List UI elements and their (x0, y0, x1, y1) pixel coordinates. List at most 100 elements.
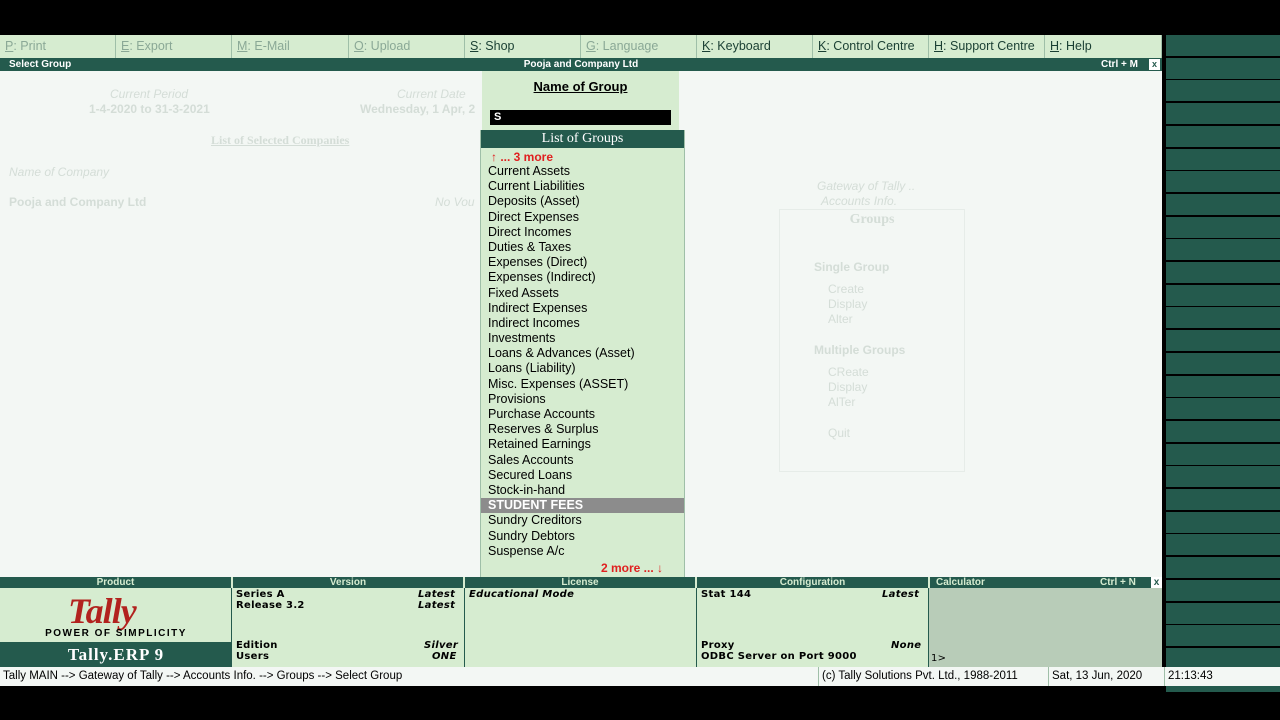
multiple-alter-item[interactable]: AlTer (828, 395, 855, 409)
side-button[interactable] (1166, 148, 1280, 170)
side-button[interactable] (1166, 443, 1280, 465)
menu-item-4[interactable]: S: Shop (465, 35, 581, 58)
group-list-item[interactable]: Provisions (481, 392, 684, 407)
calculator-header-label: Calculator (936, 577, 985, 588)
quit-item[interactable]: Quit (828, 426, 850, 440)
license-header: License (465, 577, 695, 588)
calculator-area[interactable]: 1> (929, 588, 1162, 667)
menu-shortcut-key: H (1050, 39, 1060, 53)
group-list-item[interactable]: Expenses (Direct) (481, 255, 684, 270)
single-display-item[interactable]: Display (828, 297, 867, 311)
side-button[interactable] (1166, 125, 1280, 147)
series-label: Series A (236, 589, 285, 600)
menu-item-7[interactable]: K: Control Centre (813, 35, 929, 58)
group-list-item[interactable]: Fixed Assets (481, 286, 684, 301)
menu-item-label: : Control Centre (826, 39, 915, 53)
side-button[interactable] (1166, 602, 1280, 624)
single-group-heading: Single Group (814, 260, 890, 274)
menu-item-6[interactable]: K: Keyboard (697, 35, 813, 58)
company-name: Pooja and Company Ltd (9, 195, 147, 209)
menu-item-9[interactable]: H: Help (1045, 35, 1162, 58)
side-button[interactable] (1166, 80, 1280, 102)
side-button[interactable] (1166, 534, 1280, 556)
list-of-groups-panel: List of Groups ↑ ... 3 more Current Asse… (480, 130, 685, 577)
menu-shortcut-key: O (354, 39, 364, 53)
current-date-value: Wednesday, 1 Apr, 2 (360, 102, 476, 116)
side-button[interactable] (1166, 330, 1280, 352)
side-button[interactable] (1166, 647, 1280, 669)
side-button[interactable] (1166, 35, 1280, 56)
current-period-label: Current Period (110, 87, 189, 101)
group-list-item[interactable]: Duties & Taxes (481, 240, 684, 255)
side-button[interactable] (1166, 216, 1280, 238)
menu-item-8[interactable]: H: Support Centre (929, 35, 1045, 58)
side-button[interactable] (1166, 557, 1280, 579)
multiple-create-item[interactable]: CReate (828, 365, 869, 379)
side-button[interactable] (1166, 103, 1280, 125)
side-button[interactable] (1166, 420, 1280, 442)
group-list-item[interactable]: STUDENT FEES (481, 498, 684, 514)
group-list-item[interactable]: Stock-in-hand (481, 483, 684, 498)
multiple-display-item[interactable]: Display (828, 380, 867, 394)
multiple-groups-heading: Multiple Groups (814, 343, 906, 357)
single-alter-item[interactable]: Alter (828, 312, 853, 326)
menu-item-label: : Print (13, 39, 46, 53)
group-list-item[interactable]: Suspense A/c (481, 544, 684, 559)
group-list-item[interactable]: Direct Incomes (481, 225, 684, 240)
tagline: POWER OF SIMPLICITY (45, 628, 187, 639)
side-button[interactable] (1166, 375, 1280, 397)
group-list-item[interactable]: Deposits (Asset) (481, 194, 684, 209)
menu-item-3[interactable]: O: Upload (349, 35, 465, 58)
group-list-item[interactable]: Sundry Debtors (481, 529, 684, 544)
group-list-item[interactable]: Current Assets (481, 164, 684, 179)
group-name-input[interactable] (490, 110, 671, 125)
group-list-item[interactable]: Reserves & Surplus (481, 422, 684, 437)
side-button[interactable] (1166, 307, 1280, 329)
group-list-item[interactable]: Expenses (Indirect) (481, 270, 684, 285)
single-create-item[interactable]: Create (828, 282, 864, 296)
more-above-indicator[interactable]: ↑ ... 3 more (491, 150, 553, 164)
side-button[interactable] (1166, 352, 1280, 374)
side-button[interactable] (1166, 57, 1280, 79)
side-button[interactable] (1166, 511, 1280, 533)
side-button[interactable] (1166, 284, 1280, 306)
side-button[interactable] (1166, 466, 1280, 488)
menu-item-label: : Keyboard (710, 39, 771, 53)
group-list-item[interactable]: Direct Expenses (481, 210, 684, 225)
menu-item-label: : Language (595, 39, 659, 53)
group-list-item[interactable]: Retained Earnings (481, 437, 684, 452)
status-date: Sat, 13 Jun, 2020 (1048, 667, 1164, 686)
group-list-item[interactable]: Loans (Liability) (481, 361, 684, 376)
group-list-item[interactable]: Sundry Creditors (481, 513, 684, 528)
menu-item-5[interactable]: G: Language (581, 35, 697, 58)
group-list-item[interactable]: Misc. Expenses (ASSET) (481, 377, 684, 392)
proxy-label: Proxy (701, 640, 735, 651)
menu-item-1[interactable]: E: Export (116, 35, 232, 58)
side-button[interactable] (1166, 625, 1280, 647)
close-icon[interactable]: x (1149, 59, 1160, 70)
selected-companies-heading: List of Selected Companies (211, 133, 350, 147)
group-list-item[interactable]: Indirect Incomes (481, 316, 684, 331)
group-list-item[interactable]: Current Liabilities (481, 179, 684, 194)
side-button[interactable] (1166, 489, 1280, 510)
menu-item-0[interactable]: P: Print (0, 35, 116, 58)
menu-shortcut-key: G (586, 39, 596, 53)
close-icon[interactable]: x (1151, 577, 1162, 588)
company-title: Pooja and Company Ltd (523, 59, 639, 70)
groups-list: Current Assets Current Liabilities Deposit… (481, 164, 684, 559)
side-button[interactable] (1166, 398, 1280, 420)
group-list-item[interactable]: Indirect Expenses (481, 301, 684, 316)
configuration-header: Configuration (697, 577, 928, 588)
side-button[interactable] (1166, 579, 1280, 601)
group-list-item[interactable]: Secured Loans (481, 468, 684, 483)
side-button[interactable] (1166, 262, 1280, 283)
group-list-item[interactable]: Purchase Accounts (481, 407, 684, 422)
side-button[interactable] (1166, 171, 1280, 193)
group-list-item[interactable]: Investments (481, 331, 684, 346)
group-list-item[interactable]: Loans & Advances (Asset) (481, 346, 684, 361)
group-list-item[interactable]: Sales Accounts (481, 453, 684, 468)
side-button[interactable] (1166, 193, 1280, 215)
side-button[interactable] (1166, 239, 1280, 261)
more-below-indicator[interactable]: 2 more ... ↓ (601, 561, 663, 575)
menu-item-2[interactable]: M: E-Mail (232, 35, 349, 58)
